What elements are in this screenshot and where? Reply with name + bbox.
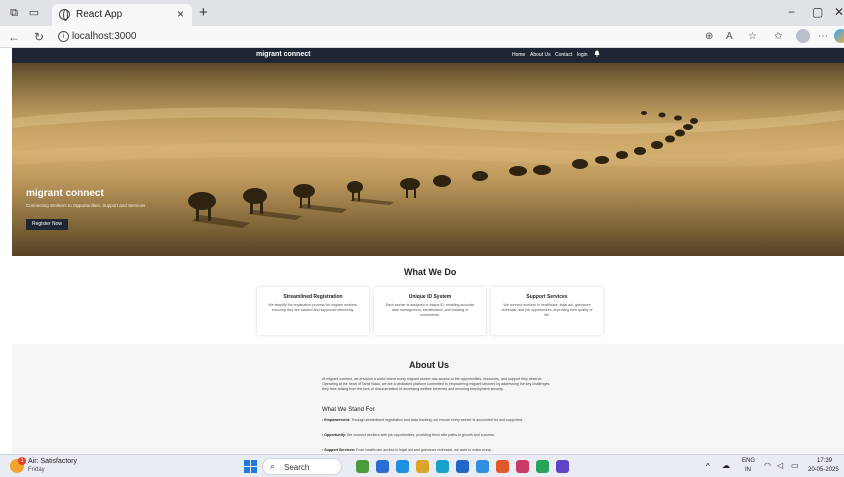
bullet-label: Empowerment: <box>324 418 351 422</box>
card-title: Unique ID System <box>408 294 452 300</box>
register-now-button[interactable]: Register Now <box>26 219 68 230</box>
search-label: Search <box>284 463 310 472</box>
card-title: Support Services <box>526 294 568 300</box>
tab-close-button[interactable]: × <box>177 7 184 21</box>
taskbar-app-icon[interactable] <box>456 460 469 473</box>
weather-day: Friday <box>28 467 45 473</box>
url-text: localhost:3000 <box>72 31 137 42</box>
about-section: About Us At migrant connect, we envision… <box>12 344 844 454</box>
notification-badge: 1 <box>18 457 26 465</box>
cloud-icon[interactable]: ☁ <box>722 461 730 470</box>
hero-banner <box>12 63 844 256</box>
maximize-button[interactable]: ▢ <box>812 5 823 19</box>
hero-image <box>12 63 844 256</box>
what-we-do-section: What We Do Streamlined Registration We s… <box>12 256 844 344</box>
taskbar-app-icon[interactable] <box>436 460 449 473</box>
reload-icon[interactable]: ↻ <box>34 30 44 44</box>
list-item: • Opportunity: We connect workers with j… <box>322 433 495 437</box>
battery-icon[interactable]: ▭ <box>791 461 799 470</box>
clock-date[interactable]: 20-05-2025 <box>808 467 839 473</box>
section-title-what-we-do: What We Do <box>404 267 457 277</box>
nav-link-about[interactable]: About Us <box>530 52 551 58</box>
section-title-about: About Us <box>409 360 449 370</box>
card-streamlined-registration: Streamlined Registration We simplify the… <box>257 287 369 335</box>
close-window-button[interactable]: ✕ <box>834 5 844 19</box>
tab-actions-icon[interactable]: ▭ <box>28 7 40 19</box>
bullet-text: We connect workers with job opportunitie… <box>346 433 495 437</box>
bell-icon[interactable] <box>594 50 600 57</box>
bullet-text: Through streamlined registration and dat… <box>350 418 523 422</box>
url-field[interactable]: i localhost:3000 <box>54 29 814 45</box>
card-title: Streamlined Registration <box>283 294 343 300</box>
site-info-icon[interactable]: i <box>58 31 69 42</box>
taskbar-app-icon[interactable] <box>396 460 409 473</box>
start-button[interactable] <box>244 460 257 473</box>
clock-time[interactable]: 17:39 <box>817 458 832 464</box>
language-code[interactable]: ENG <box>742 458 755 464</box>
weather-status[interactable]: Air: Satisfactory <box>28 458 77 465</box>
zoom-icon[interactable]: ⊕ <box>705 31 713 42</box>
wifi-icon[interactable]: ◠ <box>764 461 771 470</box>
volume-icon[interactable]: ◁ <box>777 461 783 470</box>
tab-title: React App <box>76 9 123 20</box>
list-item: • Support Services: From healthcare acce… <box>322 448 494 452</box>
address-toolbar: ← ↻ i localhost:3000 ⊕ A ☆ ✩ ⋯ <box>0 26 844 48</box>
about-paragraph: At migrant connect, we envision a world … <box>322 377 550 391</box>
card-text: We connect workers to healthcare, legal … <box>501 303 593 317</box>
what-we-stand-for-title: What We Stand For <box>322 407 375 413</box>
taskbar-search[interactable]: ⌕ Search <box>262 458 342 475</box>
taskbar-app-icon[interactable] <box>556 460 569 473</box>
new-tab-button[interactable]: + <box>199 4 208 21</box>
card-unique-id-system: Unique ID System Each worker is assigned… <box>374 287 486 335</box>
language-region: IN <box>745 467 751 473</box>
workspaces-icon[interactable]: ⧉ <box>8 7 20 19</box>
taskbar-app-icon[interactable] <box>496 460 509 473</box>
card-text: Each worker is assigned a unique ID, ena… <box>385 303 475 317</box>
copilot-icon[interactable] <box>834 29 844 43</box>
taskbar-app-icon[interactable] <box>476 460 489 473</box>
browser-tab[interactable]: React App × <box>52 4 192 26</box>
card-text: We simplify the registration process for… <box>268 303 358 312</box>
bullet-label: Opportunity: <box>324 433 347 437</box>
chevron-up-icon[interactable]: ^ <box>706 462 710 471</box>
collections-icon[interactable]: ✩ <box>774 31 782 42</box>
back-icon[interactable]: ← <box>8 30 20 44</box>
card-support-services: Support Services We connect workers to h… <box>491 287 603 335</box>
taskbar-app-icon[interactable] <box>376 460 389 473</box>
profile-icon[interactable] <box>796 29 810 43</box>
taskbar-app-icon[interactable] <box>356 460 369 473</box>
read-aloud-icon[interactable]: A <box>726 31 733 42</box>
bullet-text: From healthcare access to legal aid and … <box>355 448 494 452</box>
minimize-button[interactable]: − <box>788 5 795 19</box>
taskbar-app-icon[interactable] <box>416 460 429 473</box>
nav-link-home[interactable]: Home <box>512 52 525 58</box>
favorite-icon[interactable]: ☆ <box>748 31 757 42</box>
globe-icon <box>59 9 70 21</box>
search-icon: ⌕ <box>270 461 276 471</box>
site-brand[interactable]: migrant connect <box>256 51 310 58</box>
taskbar-app-icon[interactable] <box>536 460 549 473</box>
hero-title: migrant connect <box>26 188 104 199</box>
nav-link-login[interactable]: login <box>577 52 588 58</box>
site-navbar: migrant connect Home About Us Contact lo… <box>12 48 844 63</box>
taskbar-app-icon[interactable] <box>516 460 529 473</box>
bullet-label: Support Services: <box>324 448 356 452</box>
nav-link-contact[interactable]: Contact <box>555 52 572 58</box>
taskbar: 1 Air: Satisfactory Friday ⌕ Search ^ ☁ … <box>0 454 844 477</box>
browser-tab-bar: ⧉ ▭ React App × + − ▢ ✕ <box>0 0 844 26</box>
list-item: • Empowerment: Through streamlined regis… <box>322 418 523 422</box>
more-icon[interactable]: ⋯ <box>818 31 828 42</box>
hero-subtitle: Connecting Workers to Opportunities, Sup… <box>26 203 146 208</box>
